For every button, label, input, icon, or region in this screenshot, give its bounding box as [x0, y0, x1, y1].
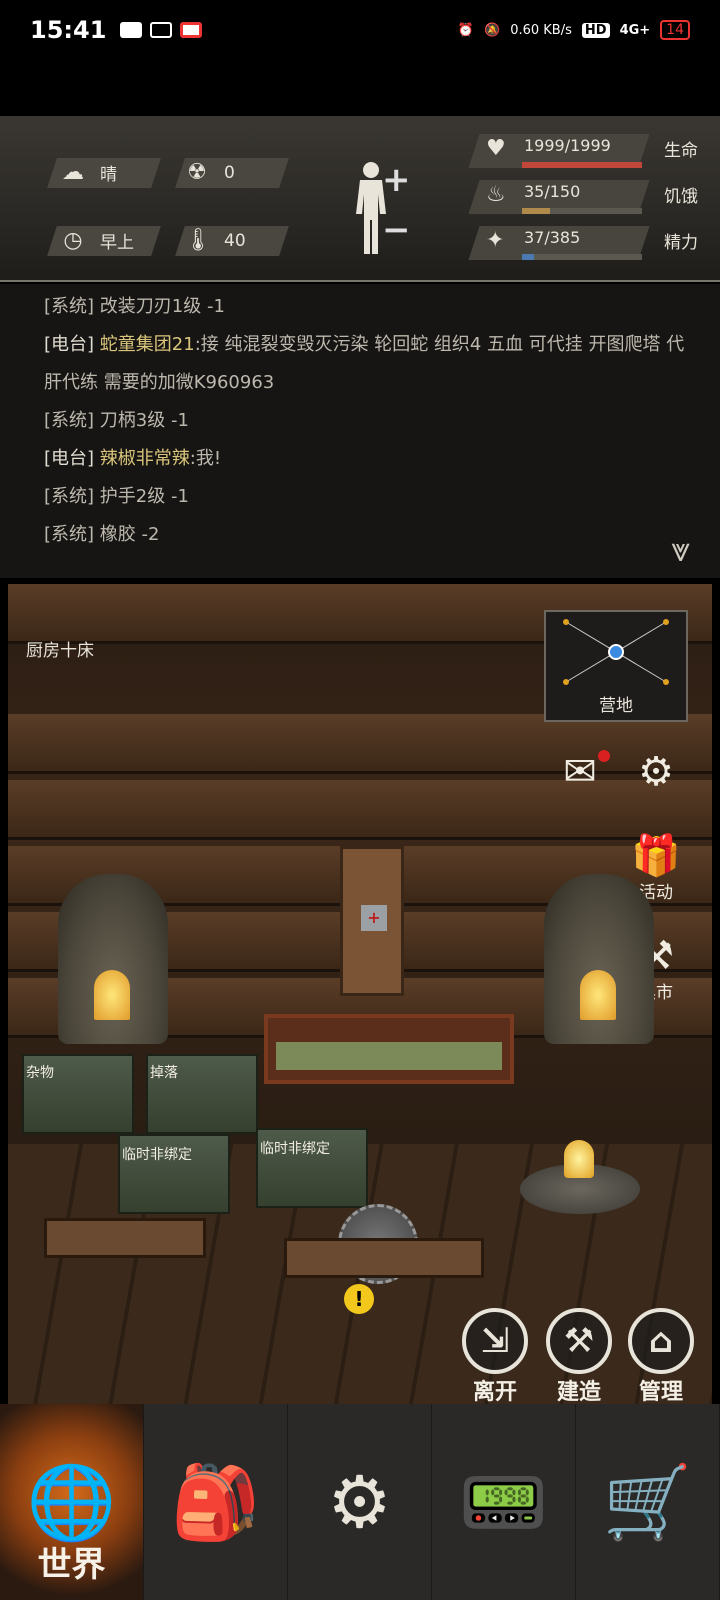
chat-message: [系统] 刀柄3级 -1: [44, 410, 189, 431]
globe-icon: 🌐: [26, 1459, 117, 1544]
room-scene[interactable]: 厨房十床 营地 ✉ ⚙ 🎁 活动 ⚒ 黑市 + 杂物 掉落 临时非绑定 临时非绑…: [8, 584, 712, 1404]
head-gears-icon: ⚙: [327, 1460, 392, 1544]
radiation-value: 0: [224, 162, 235, 183]
chevron-down-icon[interactable]: ⩔: [671, 530, 690, 570]
manage-button[interactable]: ⌂ 管理: [626, 1308, 696, 1404]
minimap-icon: [563, 619, 669, 685]
health-label: 生命: [664, 141, 698, 161]
cart-icon: 🛒: [602, 1459, 693, 1544]
crate-label: 临时非绑定: [260, 1141, 330, 1157]
nav-shop[interactable]: 🛒: [576, 1404, 720, 1600]
stomach-icon: ♨: [486, 182, 506, 207]
nav-world[interactable]: 🌐 世界: [0, 1404, 144, 1600]
mail-button[interactable]: ✉: [550, 750, 610, 794]
minimap-button[interactable]: 营地: [544, 610, 688, 722]
medkit-icon: +: [361, 905, 387, 931]
hammer-icon: ⚒: [546, 1308, 612, 1374]
chat-message: [系统] 橡胶 -2: [44, 524, 160, 545]
nav-skills[interactable]: ⚙: [288, 1404, 432, 1600]
bed[interactable]: [264, 1014, 514, 1084]
crafting-table[interactable]: [44, 1218, 206, 1258]
chat-message: [系统] 改装刀刃1级 -1: [44, 296, 225, 317]
time-of-day-value: 早上: [100, 233, 134, 253]
weather-stat: ☁ 晴: [60, 160, 117, 185]
leave-button[interactable]: ⇲ 离开: [460, 1308, 530, 1404]
temperature-stat: 🌡 40: [184, 228, 246, 253]
build-label: 建造: [556, 1380, 601, 1404]
chat-message: [电台] 蛇童集团21:接 纯混裂变毁灭污染 轮回蛇 组织4 五血 可代挂 开图…: [44, 334, 685, 393]
radiation-stat: ☢ 0: [184, 160, 235, 185]
room-title: 厨房十床: [26, 641, 94, 661]
crate-label: 杂物: [26, 1065, 54, 1081]
nav-backpack[interactable]: 🎒: [144, 1404, 288, 1600]
brain-icon: ✦: [486, 228, 505, 253]
weather-value: 晴: [100, 165, 117, 185]
leave-label: 离开: [472, 1380, 517, 1404]
alert-icon[interactable]: !: [344, 1284, 374, 1314]
minimap-label: 营地: [599, 696, 633, 716]
alarm-icon: ⏰: [457, 22, 475, 38]
fire-icon: [564, 1140, 594, 1178]
crate-label: 临时非绑定: [122, 1147, 192, 1163]
bottom-nav: 🌐 世界 🎒 ⚙ 📟 🛒: [0, 1404, 720, 1600]
unread-dot: [598, 750, 610, 762]
time-of-day-stat: ◷ 早上: [60, 228, 134, 253]
radiation-icon: ☢: [187, 160, 207, 185]
door[interactable]: +: [340, 846, 404, 996]
app-icon: [150, 22, 173, 38]
workbench[interactable]: [284, 1238, 484, 1278]
chat-log[interactable]: [系统] 改装刀刃1级 -1 [电台] 蛇童集团21:接 纯混裂变毁灭污染 轮回…: [0, 284, 720, 578]
settings-button[interactable]: ⚙: [626, 750, 686, 794]
build-button[interactable]: ⚒ 建造: [544, 1308, 614, 1404]
hunger-value: 35/150: [524, 182, 581, 201]
chat-message: [电台] 辣椒非常辣:我!: [44, 448, 222, 469]
crate-label: 掉落: [150, 1065, 178, 1081]
house-gear-icon: ⌂: [628, 1308, 694, 1374]
gear-icon: ⚙: [638, 749, 674, 795]
furnace-right[interactable]: [544, 874, 654, 1044]
cloud-sun-icon: ☁: [62, 160, 84, 185]
energy-label: 精力: [664, 233, 698, 253]
notification-app-icon: [180, 22, 203, 38]
manage-label: 管理: [638, 1380, 683, 1404]
thermometer-icon: 🌡: [184, 228, 212, 253]
chat-sender[interactable]: 辣椒非常辣: [100, 448, 190, 469]
gift-icon: 🎁: [631, 833, 681, 879]
energy-bar: ✦ 37/385 精力: [468, 224, 710, 260]
heart-icon: ♥: [486, 136, 506, 161]
video-icon: [120, 22, 143, 38]
chat-sender[interactable]: 蛇童集团21: [100, 334, 195, 355]
campfire[interactable]: [520, 1140, 640, 1214]
hunger-label: 饥饿: [664, 187, 698, 207]
status-time: 15:41: [30, 16, 107, 44]
backpack-icon: 🎒: [170, 1459, 261, 1544]
hunger-bar: ♨ 35/150 饥饿: [468, 178, 710, 214]
energy-value: 37/385: [524, 228, 581, 247]
plus-icon[interactable]: +: [382, 160, 411, 200]
mute-icon: 🔕: [484, 22, 501, 38]
health-value: 1999/1999: [524, 136, 611, 155]
minus-icon[interactable]: −: [382, 210, 411, 250]
furnace-left[interactable]: [58, 874, 168, 1044]
person-exit-icon: ⇲: [462, 1308, 528, 1374]
status-bar: 15:41 ⏰ 🔕 0.60 KB/s HD 4G+ 14: [0, 0, 720, 60]
chat-message: [系统] 护手2级 -1: [44, 486, 189, 507]
clock-icon: ◷: [63, 228, 83, 253]
hd-badge: HD: [581, 22, 610, 38]
network-speed: 0.60 KB/s: [510, 22, 572, 38]
temperature-value: 40: [224, 230, 246, 251]
nav-radio[interactable]: 📟: [432, 1404, 576, 1600]
nav-world-label: 世界: [37, 1545, 106, 1585]
walkie-talkie-icon: 📟: [458, 1459, 549, 1544]
health-bar: ♥ 1999/1999 生命: [468, 132, 710, 168]
signal-label: 4G+: [619, 22, 651, 38]
battery-indicator: 14: [660, 20, 690, 40]
